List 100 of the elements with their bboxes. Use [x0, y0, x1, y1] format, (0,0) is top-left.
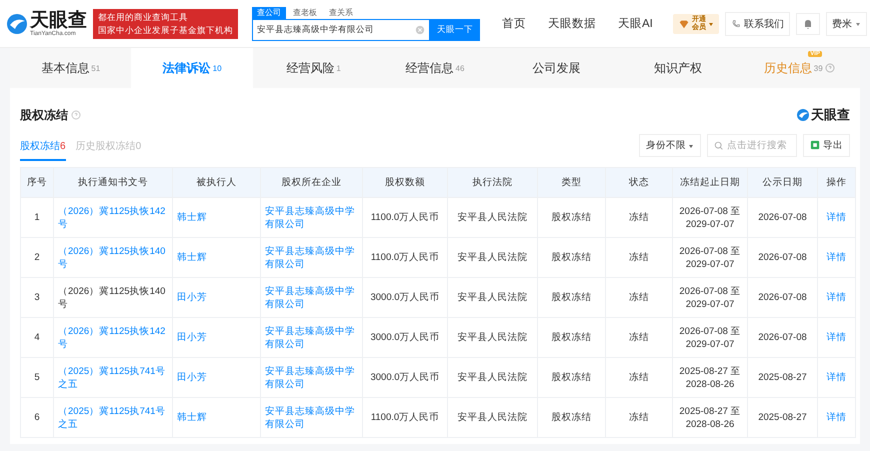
caret-icon [708, 20, 714, 26]
table-cell: 安平县人民法院 [448, 198, 538, 238]
table-link[interactable]: 安平县志臻高级中学有限公司 [260, 278, 362, 318]
table-link[interactable]: （2026）冀1125执恢140号 [54, 238, 172, 278]
table-cell: 安平县人民法院 [448, 398, 538, 438]
column-header: 股权所在企业 [260, 168, 362, 198]
table-cell: 股权冻结 [538, 238, 606, 278]
table-link[interactable]: （2025）冀1125执741号之五 [54, 398, 172, 438]
sub-tab[interactable]: 历史股权冻结0 [76, 139, 142, 161]
column-header: 执行法院 [448, 168, 538, 198]
table-cell: 2025-08-27 至 2028-08-26 [672, 398, 748, 438]
table-link[interactable]: 详情 [818, 278, 856, 318]
search-tab[interactable]: 查关系 [324, 6, 358, 18]
search-icon [714, 140, 724, 150]
user-menu[interactable]: 费米 [826, 12, 867, 36]
table-link[interactable]: （2025）冀1125执741号之五 [54, 358, 172, 398]
section-tab[interactable]: 法律诉讼 10 [131, 48, 253, 88]
brand-name: 天眼查 [811, 106, 850, 124]
table-cell: 安平县人民法院 [448, 318, 538, 358]
table-link[interactable]: 详情 [818, 398, 856, 438]
column-header: 状态 [606, 168, 672, 198]
table-cell: 1100.0万人民币 [362, 198, 448, 238]
table-cell: 安平县人民法院 [448, 278, 538, 318]
table-cell: 3000.0万人民币 [362, 278, 448, 318]
export-button[interactable]: 导出 [803, 134, 850, 157]
table-link[interactable]: 安平县志臻高级中学有限公司 [260, 318, 362, 358]
nav-link[interactable]: 首页 [502, 16, 526, 31]
search-tab[interactable]: 查公司 [252, 6, 286, 18]
table-cell: 冻结 [606, 318, 672, 358]
column-header: 类型 [538, 168, 606, 198]
table-cell: 冻结 [606, 198, 672, 238]
search-tab[interactable]: 查老板 [288, 6, 322, 18]
table-link[interactable]: 详情 [818, 198, 856, 238]
contact-button[interactable]: 联系我们 [724, 12, 790, 36]
column-header: 股权数额 [362, 168, 448, 198]
table-link[interactable]: 田小芳 [172, 278, 260, 318]
caret-icon [688, 142, 694, 148]
table-link[interactable]: 详情 [818, 358, 856, 398]
table-cell: 2 [20, 238, 54, 278]
table-cell: 2026-07-08 至 2029-07-07 [672, 238, 748, 278]
table-cell: 股权冻结 [538, 398, 606, 438]
table-cell: 冻结 [606, 358, 672, 398]
table-cell: 3000.0万人民币 [362, 318, 448, 358]
table-link[interactable]: 详情 [818, 318, 856, 358]
table-cell: 6 [20, 398, 54, 438]
table-link[interactable]: 韩士辉 [172, 398, 260, 438]
table-cell: 2026-07-08 [748, 238, 818, 278]
table-cell: 股权冻结 [538, 318, 606, 358]
table-search-field[interactable]: 点击进行搜索 [707, 134, 797, 157]
table-link[interactable]: 安平县志臻高级中学有限公司 [260, 238, 362, 278]
caret-icon [854, 20, 861, 26]
logo-icon [796, 108, 810, 122]
table-link[interactable]: （2026）冀1125执恢142号 [54, 318, 172, 358]
table-cell: 1100.0万人民币 [362, 238, 448, 278]
table-link[interactable]: 安平县志臻高级中学有限公司 [260, 198, 362, 238]
table-cell: 2025-08-27 [748, 358, 818, 398]
column-header: 执行通知书文号 [54, 168, 172, 198]
column-header: 公示日期 [748, 168, 818, 198]
table-cell: 2025-08-27 至 2028-08-26 [672, 358, 748, 398]
nav-link[interactable]: 天眼数据 [548, 16, 596, 31]
column-header: 被执行人 [172, 168, 260, 198]
column-header: 序号 [20, 168, 54, 198]
help-icon [824, 63, 835, 73]
logo-name: 天眼查 [30, 10, 87, 30]
table-link[interactable]: 安平县志臻高级中学有限公司 [260, 358, 362, 398]
table-link[interactable]: 详情 [818, 238, 856, 278]
table-cell: 2026-07-08 至 2029-07-07 [672, 318, 748, 358]
table-cell: 2026-07-08 [748, 318, 818, 358]
slogan-banner: 都在用的商业查询工具 国家中小企业发展子基金旗下机构 [93, 8, 238, 38]
table-cell: 3000.0万人民币 [362, 358, 448, 398]
excel-icon [810, 140, 821, 151]
table-cell: 冻结 [606, 238, 672, 278]
clear-icon [415, 24, 425, 34]
table-link[interactable]: （2026）冀1125执恢142号 [54, 198, 172, 238]
table-cell: 安平县人民法院 [448, 358, 538, 398]
table-cell: 2025-08-27 [748, 398, 818, 438]
column-header: 操作 [818, 168, 856, 198]
sub-tab[interactable]: 股权冻结6 [20, 139, 66, 161]
table-cell: 1 [20, 198, 54, 238]
table-cell: 股权冻结 [538, 278, 606, 318]
identity-filter[interactable]: 身份不限 [639, 134, 701, 157]
table-cell: 2026-07-08 [748, 198, 818, 238]
table-link[interactable]: 田小芳 [172, 358, 260, 398]
table-link[interactable]: 韩士辉 [172, 238, 260, 278]
table-cell: 1100.0万人民币 [362, 398, 448, 438]
search-button[interactable]: 天眼一下 [430, 18, 480, 40]
table-cell: 股权冻结 [538, 198, 606, 238]
table-cell: 安平县人民法院 [448, 238, 538, 278]
table-link[interactable]: 安平县志臻高级中学有限公司 [260, 398, 362, 438]
nav-link[interactable]: 天眼AI [618, 16, 653, 31]
logo-icon [6, 12, 28, 34]
table-link[interactable]: 田小芳 [172, 318, 260, 358]
table-cell: 5 [20, 358, 54, 398]
bell-button[interactable] [796, 12, 820, 34]
help-icon [71, 110, 81, 120]
table-link[interactable]: 韩士辉 [172, 198, 260, 238]
table-cell: 2026-07-08 [748, 278, 818, 318]
diamond-icon [678, 18, 690, 30]
table-cell: 冻结 [606, 278, 672, 318]
search-field[interactable]: 安平县志臻高级中学有限公司 [252, 18, 430, 40]
